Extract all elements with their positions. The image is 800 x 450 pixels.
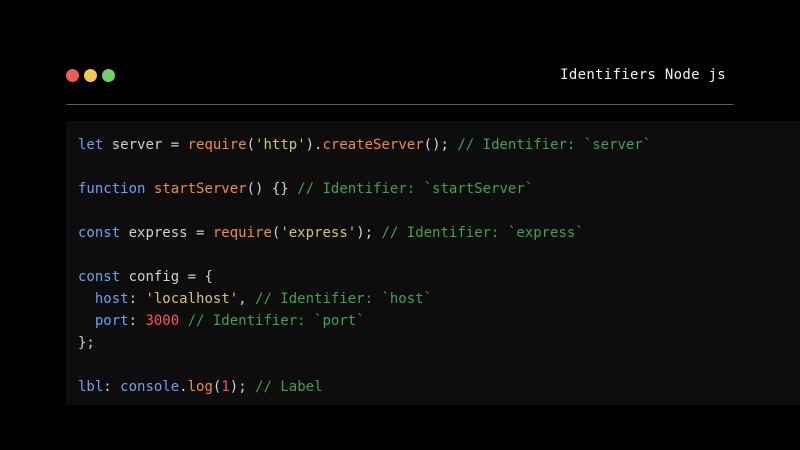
code-token-identifier: express = bbox=[120, 225, 213, 241]
code-token-string: 'http' bbox=[255, 137, 306, 153]
code-token-comment: // Identifier: `port` bbox=[187, 313, 365, 329]
code-token-punctuation: . bbox=[179, 379, 188, 395]
code-token-keyword: let bbox=[78, 137, 104, 153]
code-token-keyword: port bbox=[78, 313, 129, 329]
code-token-string: 'localhost' bbox=[145, 291, 239, 307]
code-token-number: 3000 bbox=[145, 313, 180, 329]
code-token-keyword: console bbox=[120, 379, 180, 395]
code-line: const express = require('express'); // I… bbox=[78, 222, 651, 244]
code-token-identifier: server = bbox=[103, 137, 188, 153]
minimize-dot-icon[interactable] bbox=[84, 69, 97, 82]
close-dot-icon[interactable] bbox=[66, 69, 79, 82]
code-token-punctuation: ); bbox=[356, 225, 382, 241]
code-token-keyword: const bbox=[78, 269, 121, 285]
code-token-comment: // Identifier: `host` bbox=[255, 291, 433, 307]
code-token-punctuation: }; bbox=[78, 335, 95, 351]
code-line: let server = require('http').createServe… bbox=[78, 134, 651, 156]
code-block: let server = require('http').createServe… bbox=[78, 134, 651, 398]
code-token-punctuation: ( bbox=[246, 137, 256, 153]
code-token-punctuation: () {} bbox=[246, 181, 298, 197]
code-token-punctuation: : bbox=[128, 313, 146, 329]
code-token-punctuation: , bbox=[238, 291, 256, 307]
code-token-keyword: lbl bbox=[78, 379, 104, 395]
code-token-number: 1 bbox=[221, 379, 230, 395]
code-token-punctuation: : bbox=[103, 379, 121, 395]
code-line: host: 'localhost', // Identifier: `host` bbox=[78, 288, 651, 310]
code-token-punctuation bbox=[179, 313, 187, 329]
code-line: function startServer() {} // Identifier:… bbox=[78, 178, 651, 200]
code-token-comment: // Identifier: `express` bbox=[381, 225, 584, 241]
code-token-call: log bbox=[187, 379, 213, 395]
code-token-keyword: const bbox=[78, 225, 121, 241]
code-token-comment: // Identifier: `startServer` bbox=[297, 181, 534, 197]
code-token-punctuation: : bbox=[128, 291, 146, 307]
window-header: Identifiers Node js bbox=[66, 62, 734, 90]
code-token-punctuation: ). bbox=[305, 137, 323, 153]
code-token-call: require bbox=[187, 137, 247, 153]
code-token-identifier: config = { bbox=[120, 269, 213, 285]
code-line: const config = { bbox=[78, 266, 651, 288]
code-token-comment: // Label bbox=[255, 379, 323, 395]
code-line: }; bbox=[78, 332, 651, 354]
maximize-dot-icon[interactable] bbox=[102, 69, 115, 82]
code-token-string: 'express' bbox=[280, 225, 357, 241]
code-token-punctuation: (); bbox=[423, 137, 458, 153]
code-token-call: startServer bbox=[153, 181, 247, 197]
code-token-call: createServer bbox=[322, 137, 424, 153]
header-divider bbox=[66, 104, 734, 105]
code-token-call: require bbox=[212, 225, 272, 241]
code-line: port: 3000 // Identifier: `port` bbox=[78, 310, 651, 332]
code-token-identifier bbox=[145, 181, 153, 197]
window-title: Identifiers Node js bbox=[560, 67, 726, 83]
code-token-comment: // Identifier: `server` bbox=[457, 137, 652, 153]
code-token-punctuation: ); bbox=[229, 379, 256, 395]
code-line: lbl: console.log(1); // Label bbox=[78, 376, 651, 398]
code-panel: let server = require('http').createServe… bbox=[66, 121, 800, 405]
code-token-keyword: function bbox=[78, 181, 146, 197]
code-token-keyword: host bbox=[78, 291, 129, 307]
window-controls bbox=[66, 69, 115, 82]
